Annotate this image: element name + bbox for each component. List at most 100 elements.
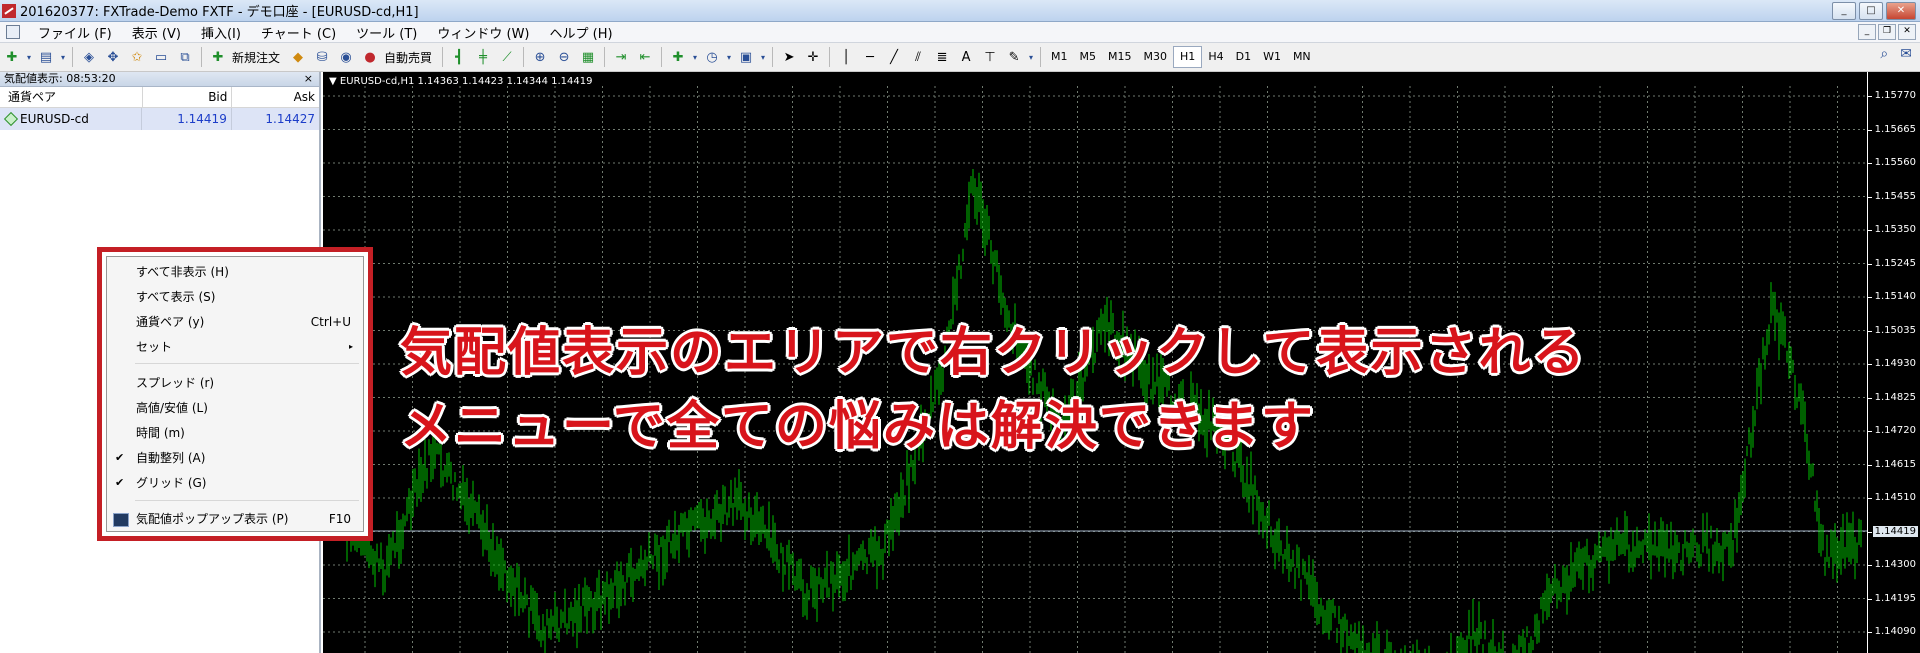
price-tick-mark (1868, 230, 1872, 231)
navigator-icon[interactable]: ✩ (126, 46, 148, 68)
dropdown-arrow-icon[interactable]: ▾ (59, 46, 67, 68)
signals-icon[interactable]: ⛁ (311, 46, 333, 68)
market-watch-icon[interactable]: ◈ (78, 46, 100, 68)
indicators-icon[interactable]: ✚ (667, 46, 689, 68)
zoom-in-icon[interactable]: ⊕ (529, 46, 551, 68)
menu-item-show-all[interactable]: すべて表示 (S) (107, 286, 363, 308)
terminal-icon[interactable]: ▭ (150, 46, 172, 68)
arrows-icon[interactable]: ✎ (1003, 46, 1025, 68)
chat-icon[interactable]: ✉ (1900, 46, 1912, 62)
mdi-close-icon[interactable]: ✕ (1898, 24, 1916, 40)
menu-item-auto-arrange[interactable]: ✔ 自動整列 (A) (107, 447, 363, 469)
menu-file[interactable]: ファイル (F) (28, 23, 122, 42)
menu-item-sets[interactable]: セット ▸ (107, 336, 363, 358)
trendline-icon[interactable]: ╱ (883, 46, 905, 68)
toolbar-separator (604, 47, 606, 67)
menu-item-label: グリッド (G) (136, 476, 207, 490)
price-tick-label: 1.14195 (1874, 592, 1916, 604)
dropdown-arrow-icon[interactable]: ▾ (725, 46, 733, 68)
menu-item-popup-prices[interactable]: 気配値ポップアップ表示 (P) F10 (107, 508, 363, 530)
auto-trade-icon[interactable]: ● (359, 46, 381, 68)
menu-window[interactable]: ウィンドウ (W) (427, 23, 539, 42)
menu-item-time[interactable]: 時間 (m) (107, 422, 363, 444)
title-bar: 201620377: FXTrade-Demo FXTF - デモ口座 - [E… (0, 0, 1920, 22)
bar-chart-icon[interactable]: ┫ (448, 46, 470, 68)
timeframe-h4[interactable]: H4 (1202, 47, 1229, 67)
dropdown-arrow-icon[interactable]: ▾ (25, 46, 33, 68)
price-axis[interactable]: 1.15770 1.15665 1.15560 1.15455 1.15350 1.152… (1867, 72, 1920, 653)
menu-item-spread[interactable]: スプレッド (r) (107, 372, 363, 394)
profiles-icon[interactable]: ▤ (35, 46, 57, 68)
mdi-restore-icon[interactable]: ❐ (1878, 24, 1896, 40)
horizontal-line-icon[interactable]: ─ (859, 46, 881, 68)
column-header-bid[interactable]: Bid (143, 87, 233, 107)
table-row[interactable]: EURUSD-cd 1.14419 1.14427 (0, 108, 319, 130)
timeframe-h1[interactable]: H1 (1173, 46, 1203, 68)
maximize-button[interactable]: □ (1859, 2, 1883, 20)
timeframe-d1[interactable]: D1 (1230, 47, 1257, 67)
search-icon[interactable]: ⌕ (1880, 46, 1888, 62)
menu-item-high-low[interactable]: 高値/安値 (L) (107, 397, 363, 419)
new-order-button[interactable]: 新規注文 (232, 49, 280, 66)
menu-item-label: 高値/安値 (L) (136, 401, 208, 415)
popup-prices-icon (113, 513, 129, 527)
timeframe-w1[interactable]: W1 (1257, 47, 1287, 67)
tile-windows-icon[interactable]: ▦ (577, 46, 599, 68)
mdi-minimize-icon[interactable]: _ (1858, 24, 1876, 40)
market-watch-close-button[interactable]: × (304, 72, 313, 86)
menu-help[interactable]: ヘルプ (H) (540, 23, 623, 42)
community-icon[interactable]: ◉ (335, 46, 357, 68)
new-order-icon[interactable]: ✚ (207, 46, 229, 68)
timeframe-mn[interactable]: MN (1287, 47, 1317, 67)
menu-bar: ファイル (F) 表示 (V) 挿入(I) チャート (C) ツール (T) ウ… (0, 22, 1920, 43)
data-window-icon[interactable]: ✥ (102, 46, 124, 68)
price-tick-mark (1868, 498, 1872, 499)
vertical-line-icon[interactable]: │ (835, 46, 857, 68)
ask-cell: 1.14427 (265, 112, 315, 126)
menu-item-label: 通貨ペア (y) (136, 315, 205, 329)
fibonacci-icon[interactable]: ≣ (931, 46, 953, 68)
toolbar-right: ⌕ ✉ (1880, 46, 1912, 62)
column-header-symbol[interactable]: 通貨ペア (0, 87, 143, 107)
new-chart-icon[interactable]: ✚ (1, 46, 23, 68)
dropdown-arrow-icon[interactable]: ▾ (691, 46, 699, 68)
price-tick-mark (1868, 129, 1872, 131)
menu-chart[interactable]: チャート (C) (251, 23, 346, 42)
crosshair-icon[interactable]: ✛ (802, 46, 824, 68)
price-tick-label: 1.15140 (1874, 291, 1916, 302)
line-chart-icon[interactable]: ⟋ (496, 46, 518, 68)
channel-icon[interactable]: ⫽ (907, 46, 929, 68)
auto-trade-button[interactable]: 自動売買 (384, 49, 432, 66)
periods-icon[interactable]: ◷ (701, 46, 723, 68)
cursor-icon[interactable]: ➤ (778, 46, 800, 68)
candlestick-icon[interactable]: ╪ (472, 46, 494, 68)
timeframe-m5[interactable]: M5 (1074, 47, 1103, 67)
menu-item-symbols[interactable]: 通貨ペア (y) Ctrl+U (107, 311, 363, 333)
dropdown-arrow-icon[interactable]: ▾ (759, 46, 767, 68)
column-header-ask[interactable]: Ask (232, 87, 319, 107)
strategy-tester-icon[interactable]: ⧉ (174, 46, 196, 68)
text-icon[interactable]: A (955, 46, 977, 68)
menu-insert[interactable]: 挿入(I) (191, 23, 251, 42)
context-menu: すべて非表示 (H) すべて表示 (S) 通貨ペア (y) Ctrl+U セット… (106, 256, 364, 532)
zoom-out-icon[interactable]: ⊖ (553, 46, 575, 68)
meta-editor-icon[interactable]: ◆ (287, 46, 309, 68)
minimize-button[interactable]: _ (1832, 2, 1856, 20)
menu-view[interactable]: 表示 (V) (122, 23, 191, 42)
menu-item-hide-all[interactable]: すべて非表示 (H) (107, 261, 363, 283)
timeframe-m30[interactable]: M30 (1138, 47, 1174, 67)
text-label-icon[interactable]: ⊤ (979, 46, 1001, 68)
dropdown-arrow-icon[interactable]: ▾ (1027, 46, 1035, 68)
chart-info-label: ▼ EURUSD-cd,H1 1.14363 1.14423 1.14344 1… (329, 76, 593, 87)
chart-shift-icon[interactable]: ⇥ (610, 46, 632, 68)
auto-scroll-icon[interactable]: ⇤ (634, 46, 656, 68)
templates-icon[interactable]: ▣ (735, 46, 757, 68)
timeframe-m15[interactable]: M15 (1102, 47, 1138, 67)
price-tick-mark (1868, 330, 1872, 332)
menu-item-label: 気配値ポップアップ表示 (P) (136, 512, 289, 526)
menu-tools[interactable]: ツール (T) (346, 23, 427, 42)
close-button[interactable]: ✕ (1886, 2, 1916, 20)
timeframe-m1[interactable]: M1 (1045, 47, 1074, 67)
chart-window-icon[interactable] (6, 25, 20, 39)
menu-item-grid[interactable]: ✔ グリッド (G) (107, 472, 363, 494)
